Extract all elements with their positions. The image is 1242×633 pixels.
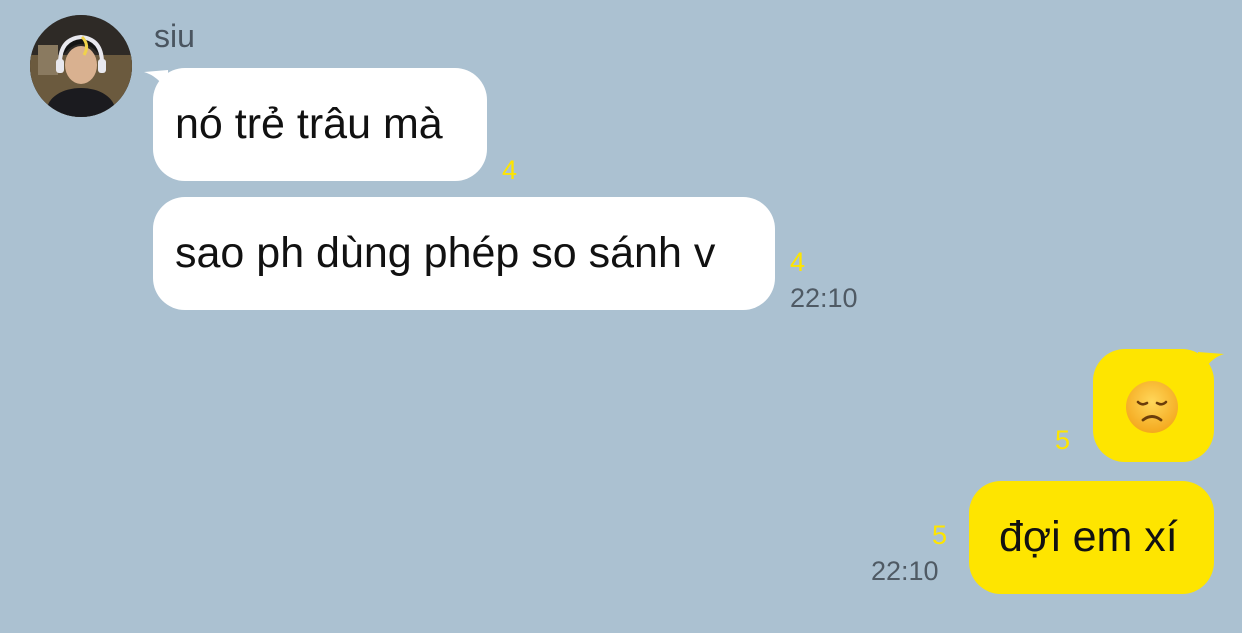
incoming-message-bubble[interactable]: sao ph dùng phép so sánh v: [153, 197, 775, 310]
message-text: sao ph dùng phép so sánh v: [175, 229, 716, 277]
outgoing-bubble-tail: [1198, 352, 1224, 376]
unread-count: 4: [502, 155, 518, 185]
outgoing-message-bubble[interactable]: đợi em xí: [969, 481, 1214, 594]
disappointed-face-icon: [1126, 381, 1178, 433]
message-timestamp: 22:10: [871, 556, 939, 586]
avatar-photo-icon: [30, 15, 132, 117]
message-timestamp: 22:10: [790, 283, 858, 313]
incoming-message-bubble[interactable]: nó trẻ trâu mà: [153, 68, 487, 181]
unread-count: 5: [932, 520, 948, 550]
avatar[interactable]: [30, 15, 132, 117]
unread-count: 4: [790, 247, 806, 277]
unread-count: 5: [1055, 425, 1071, 455]
sender-name: siu: [154, 18, 195, 54]
message-text: nó trẻ trâu mà: [175, 100, 443, 148]
message-text: đợi em xí: [999, 513, 1178, 561]
